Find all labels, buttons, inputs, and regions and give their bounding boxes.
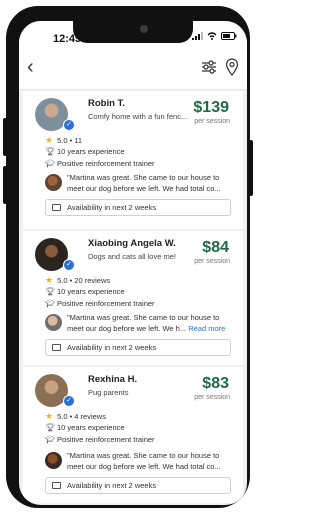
sitter-name: Robin T.	[88, 98, 125, 109]
review-snippet: "Martina was great. She came to our hous…	[67, 451, 221, 471]
experience-row: 🏆︎ 10 years experience	[45, 287, 125, 296]
price-unit: per session	[194, 118, 230, 125]
availability-button[interactable]: Availability in next 2 weeks	[45, 477, 231, 494]
notch	[73, 21, 193, 43]
experience-row: 🏆︎ 10 years experience	[45, 423, 125, 432]
reviewer-avatar	[45, 314, 62, 331]
rating-text: 5.0 • 11	[57, 136, 83, 145]
graduation-cap-icon: 🎓︎	[45, 435, 56, 444]
status-icons	[192, 32, 237, 42]
experience-text: 10 years experience	[57, 423, 125, 432]
rating-text: 5.0 • 20 reviews	[57, 276, 111, 285]
availability-button[interactable]: Availability in next 2 weeks	[45, 199, 231, 216]
trainer-text: Positive reinforcement trainer	[57, 159, 155, 168]
star-icon: ★	[45, 411, 54, 421]
graduation-cap-icon: 🎓︎	[45, 159, 56, 168]
sitter-tagline: Pug parents	[88, 388, 129, 397]
map-pin-icon[interactable]	[225, 58, 239, 81]
battery-icon	[221, 32, 237, 42]
trainer-text: Positive reinforcement trainer	[57, 299, 155, 308]
trophy-icon: 🏆︎	[45, 287, 56, 296]
trophy-icon: 🏆︎	[45, 423, 56, 432]
trainer-row: 🎓︎ Positive reinforcement trainer	[45, 435, 155, 444]
price-unit: per session	[194, 394, 230, 401]
sitter-name: Xiaobing Angela W.	[88, 238, 176, 249]
reviewer-avatar	[45, 452, 62, 469]
signal-icon	[192, 32, 203, 42]
price-unit: per session	[194, 258, 230, 265]
app-screen: 12:45 ‹ ✓ Robin T. Comfy home with a fun…	[19, 21, 247, 505]
sitter-price: $139	[193, 99, 229, 116]
experience-text: 10 years experience	[57, 147, 125, 156]
star-icon: ★	[45, 275, 54, 285]
reviewer-avatar	[45, 174, 62, 191]
availability-label: Availability in next 2 weeks	[67, 203, 157, 212]
read-more-link[interactable]: Read more	[188, 324, 225, 333]
trainer-text: Positive reinforcement trainer	[57, 435, 155, 444]
sitter-card[interactable]: ✓ Robin T. Comfy home with a fun fenc...…	[23, 91, 243, 229]
graduation-cap-icon: 🎓︎	[45, 299, 56, 308]
back-chevron-icon[interactable]: ‹	[27, 57, 34, 77]
rating-row: ★ 5.0 • 20 reviews	[45, 275, 110, 286]
trainer-row: 🎓︎ Positive reinforcement trainer	[45, 159, 155, 168]
phone-frame: 12:45 ‹ ✓ Robin T. Comfy home with a fun…	[6, 6, 250, 508]
side-button	[3, 118, 7, 156]
calendar-icon	[52, 482, 61, 489]
sitter-tagline: Comfy home with a fun fenc...	[88, 112, 188, 121]
verified-badge-icon: ✓	[63, 259, 75, 271]
availability-label: Availability in next 2 weeks	[67, 481, 157, 490]
top-navigation: ‹	[19, 49, 247, 90]
side-button	[3, 166, 7, 204]
sitter-card[interactable]: ✓ Xiaobing Angela W. Dogs and cats all l…	[23, 231, 243, 365]
rating-row: ★ 5.0 • 11	[45, 135, 82, 146]
filter-sliders-icon[interactable]	[201, 60, 217, 79]
side-button	[249, 140, 253, 196]
verified-badge-icon: ✓	[63, 119, 75, 131]
review-snippet: "Martina was great. She came to our hous…	[67, 312, 233, 334]
availability-button[interactable]: Availability in next 2 weeks	[45, 339, 231, 356]
availability-label: Availability in next 2 weeks	[67, 343, 157, 352]
wifi-icon	[207, 32, 217, 42]
experience-row: 🏆︎ 10 years experience	[45, 147, 125, 156]
experience-text: 10 years experience	[57, 287, 125, 296]
trophy-icon: 🏆︎	[45, 147, 56, 156]
calendar-icon	[52, 204, 61, 211]
rating-text: 5.0 • 4 reviews	[57, 412, 106, 421]
calendar-icon	[52, 344, 61, 351]
sitter-price: $83	[202, 375, 229, 392]
verified-badge-icon: ✓	[63, 395, 75, 407]
review-snippet: "Martina was great. She came to our hous…	[67, 173, 221, 193]
sitter-card[interactable]: ✓ Rexhina H. Pug parents $83 per session…	[23, 367, 243, 503]
camera-dot	[140, 25, 148, 33]
sitter-name: Rexhina H.	[88, 374, 138, 385]
rating-row: ★ 5.0 • 4 reviews	[45, 411, 106, 422]
sitter-price: $84	[202, 239, 229, 256]
trainer-row: 🎓︎ Positive reinforcement trainer	[45, 299, 155, 308]
star-icon: ★	[45, 135, 54, 145]
sitter-tagline: Dogs and cats all love me!	[88, 252, 176, 261]
